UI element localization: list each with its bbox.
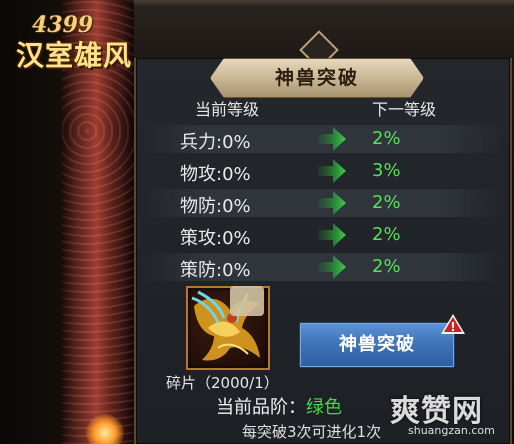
breakthrough-button[interactable]: 神兽突破 bbox=[299, 322, 455, 368]
watermark-sub: shuangzan.com bbox=[408, 424, 495, 437]
arrow-right-icon bbox=[318, 159, 346, 183]
arrow-right-icon bbox=[318, 255, 346, 279]
frame-ridge bbox=[134, 0, 514, 6]
grade-value: 绿色 bbox=[306, 397, 342, 418]
grade-label: 当前品阶： bbox=[216, 397, 306, 418]
torch-flame bbox=[86, 414, 124, 444]
stat-row: 策攻:0% 2% bbox=[140, 221, 504, 249]
current-level-header: 当前等级 bbox=[195, 100, 260, 119]
stat-next-value: 2% bbox=[372, 224, 401, 245]
alert-mark: ! bbox=[450, 320, 455, 334]
current-grade: 当前品阶：绿色 bbox=[216, 393, 342, 419]
stat-next-value: 2% bbox=[372, 128, 401, 149]
site-watermark: 爽赞网 shuangzan.com bbox=[390, 386, 514, 444]
evolve-note: 每突破3次可进化1次 bbox=[242, 423, 382, 441]
stat-current-value: 策攻:0% bbox=[180, 228, 251, 249]
panel-title-banner: 神兽突破 bbox=[210, 58, 424, 98]
stat-next-value: 3% bbox=[372, 160, 401, 181]
logo-title: 汉室雄风 bbox=[16, 39, 133, 72]
alert-icon: ! bbox=[441, 314, 465, 334]
next-level-header: 下一等级 bbox=[372, 100, 437, 119]
puzzle-piece-icon bbox=[230, 286, 264, 316]
panel-title: 神兽突破 bbox=[274, 67, 359, 89]
stat-next-value: 2% bbox=[372, 192, 401, 213]
stat-row: 物防:0% 2% bbox=[140, 189, 504, 217]
stat-current-value: 物防:0% bbox=[180, 196, 251, 217]
stat-current-value: 物攻:0% bbox=[180, 164, 251, 185]
arrow-right-icon bbox=[318, 191, 346, 215]
stat-row: 兵力:0% 2% bbox=[140, 125, 504, 153]
arrow-right-icon bbox=[318, 223, 346, 247]
game-screen: 4399 汉室雄风 三国 神兽突破 当前等级 下一等级 兵力:0% 2% 物攻:… bbox=[0, 0, 514, 444]
stat-row: 物攻:0% 3% bbox=[140, 157, 504, 185]
stat-current-value: 兵力:0% bbox=[180, 132, 251, 153]
stat-current-value: 策防:0% bbox=[180, 260, 251, 281]
stat-row: 策防:0% 2% bbox=[140, 253, 504, 281]
stat-next-value: 2% bbox=[372, 256, 401, 277]
shard-count-label: 碎片（2000/1） bbox=[166, 374, 279, 392]
arrow-right-icon bbox=[318, 127, 346, 151]
